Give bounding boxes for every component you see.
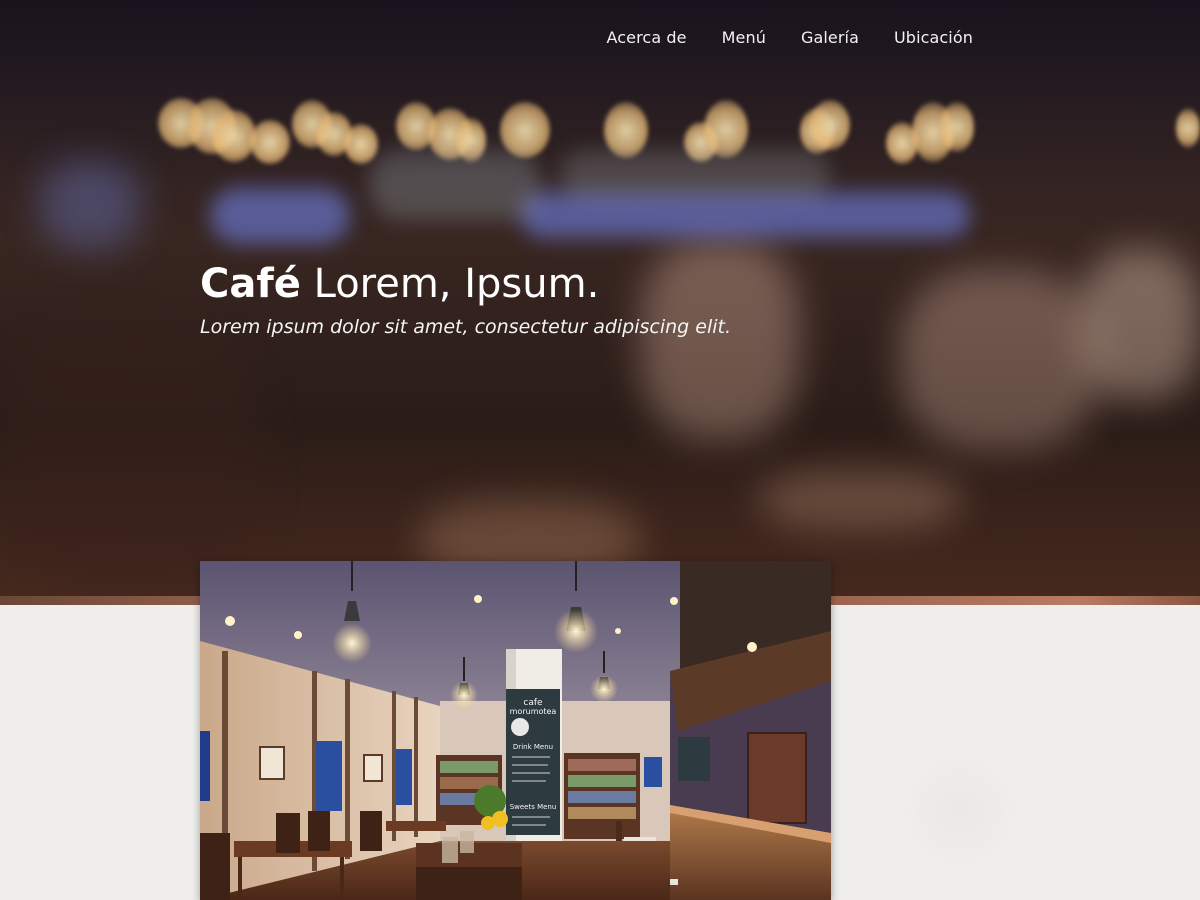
nav-link-menu[interactable]: Menú [722, 28, 766, 47]
page-title-bold: Café [200, 261, 301, 307]
sign-sweets-menu: Sweets Menu [510, 803, 557, 811]
nav-link-gallery[interactable]: Galería [801, 28, 859, 47]
hero-background [0, 0, 1200, 605]
sign-drink-menu: Drink Menu [513, 743, 553, 751]
cafe-interior-image: cafe morumotea Drink Menu Sweets Menu [200, 561, 831, 900]
sign-cafe-name-2: morumotea [510, 707, 557, 716]
nav-link-about[interactable]: Acerca de [607, 28, 687, 47]
page-title-rest: Lorem, Ipsum. [300, 261, 600, 307]
page-subtitle: Lorem ipsum dolor sit amet, consectetur … [200, 316, 732, 338]
nav-link-location[interactable]: Ubicación [894, 28, 973, 47]
page-title: Café Lorem, Ipsum. [200, 260, 599, 308]
main-nav: Acerca de Menú Galería Ubicación [607, 28, 974, 47]
